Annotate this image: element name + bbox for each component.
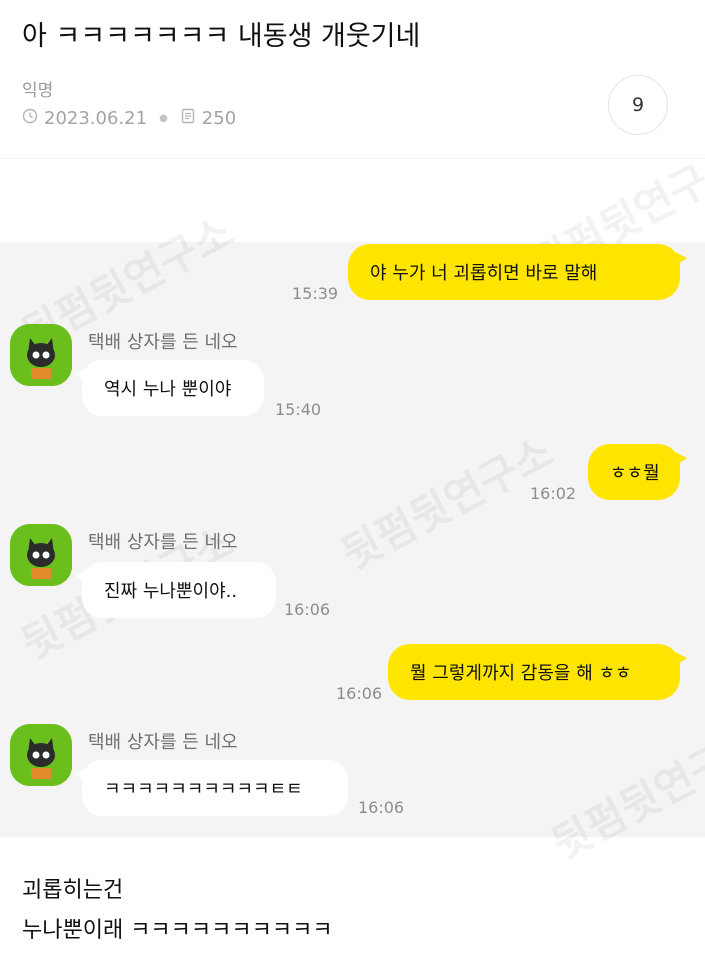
avatar: [10, 524, 72, 586]
avatar: [10, 324, 72, 386]
their-message-bubble: ㅋㅋㅋㅋㅋㅋㅋㅋㅋㅋㅌㅌ: [75, 760, 348, 816]
sender-name: 택배 상자를 든 네오: [88, 732, 238, 753]
header-divider: [0, 158, 705, 159]
comment-count-button[interactable]: 9: [608, 75, 668, 135]
sender-name: 택배 상자를 든 네오: [88, 332, 238, 353]
body-text-line-1: 괴롭히는건: [22, 878, 124, 903]
post-title: 아 ㅋㅋㅋㅋㅋㅋㅋ 내동생 개웃기네: [22, 21, 421, 52]
message-time: 15:40: [275, 400, 322, 419]
neo-avatar-icon: [10, 324, 72, 386]
document-icon: [180, 108, 196, 129]
post-meta: 2023.06.21 ● 250: [22, 108, 236, 129]
neo-avatar-icon: [10, 724, 72, 786]
my-message-bubble: ㅎㅎ뭘: [588, 444, 687, 500]
neo-avatar-icon: [10, 524, 72, 586]
message-time: 16:06: [336, 684, 383, 703]
view-count: 250: [201, 108, 237, 129]
sender-name: 택배 상자를 든 네오: [88, 532, 238, 553]
my-message-bubble: 뭘 그렇게까지 감동을 해 ㅎㅎ: [388, 644, 687, 700]
body-text-line-2: 누나뿐이래 ㅋㅋㅋㅋㅋㅋㅋㅋㅋㅋ: [22, 918, 333, 943]
avatar: [10, 724, 72, 786]
message-time: 15:39: [292, 284, 339, 303]
message-time: 16:06: [284, 600, 331, 619]
author-name: 익명: [22, 81, 54, 101]
clock-icon: [22, 108, 38, 129]
message-time: 16:06: [358, 798, 405, 817]
post-date: 2023.06.21: [44, 108, 148, 129]
message-time: 16:02: [530, 484, 577, 503]
their-message-bubble: 역시 누나 뿐이야: [75, 360, 264, 416]
meta-separator: ●: [159, 113, 168, 124]
my-message-bubble: 야 누가 너 괴롭히면 바로 말해: [348, 244, 687, 300]
their-message-bubble: 진짜 누나뿐이야..: [75, 562, 276, 618]
